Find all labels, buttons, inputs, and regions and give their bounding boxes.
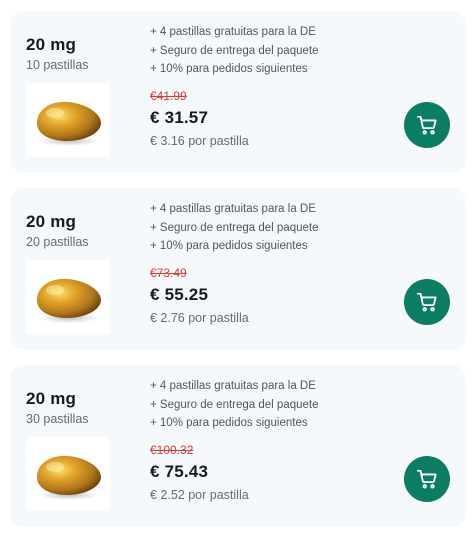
benefit-item: + Seguro de entrega del paquete xyxy=(150,221,319,234)
shopping-cart-icon xyxy=(416,115,437,135)
quantity-label: 10 pastillas xyxy=(26,58,89,72)
dose-label: 20 mg xyxy=(26,35,77,54)
quantity-label: 20 pastillas xyxy=(26,235,89,249)
add-to-cart-button[interactable] xyxy=(404,102,450,148)
dose-label: 20 mg xyxy=(26,389,77,408)
benefit-item: + 4 pastillas gratuitas para la DE xyxy=(150,203,316,215)
shopping-cart-icon xyxy=(416,292,437,312)
benefits-list: + 4 pastillas gratuitas para la DE + Seg… xyxy=(150,200,319,256)
add-to-cart-button[interactable] xyxy=(404,279,450,325)
benefits-list: + 4 pastillas gratuitas para la DE + Seg… xyxy=(150,23,319,79)
quantity-label: 30 pastillas xyxy=(26,412,89,426)
benefit-item: + 4 pastillas gratuitas para la DE xyxy=(150,380,316,392)
benefits-list: + 4 pastillas gratuitas para la DE + Seg… xyxy=(150,377,319,433)
price-per-pill: € 3.16 por pastilla xyxy=(150,134,249,148)
price: € 31.57 xyxy=(150,108,209,127)
benefit-item: + 10% para pedidos siguientes xyxy=(150,417,308,429)
offer-card: 20 mg 10 pastillas + 4 pastillas gratuit… xyxy=(10,11,466,173)
pill-icon xyxy=(37,278,101,323)
add-to-cart-button[interactable] xyxy=(404,456,450,502)
old-price: €100.32 xyxy=(150,443,194,457)
old-price: €41.99 xyxy=(150,89,187,103)
shopping-cart-icon xyxy=(416,469,437,489)
pill-image xyxy=(26,83,110,157)
benefit-item: + 10% para pedidos siguientes xyxy=(150,63,308,75)
benefit-item: + 10% para pedidos siguientes xyxy=(150,240,308,252)
price-per-pill: € 2.76 por pastilla xyxy=(150,311,249,325)
price: € 75.43 xyxy=(150,462,209,481)
offer-card: 20 mg 30 pastillas + 4 pastillas gratuit… xyxy=(10,365,466,527)
benefit-item: + Seguro de entrega del paquete xyxy=(150,44,319,57)
price-per-pill: € 2.52 por pastilla xyxy=(150,488,249,502)
offer-card: 20 mg 20 pastillas + 4 pastillas gratuit… xyxy=(10,188,466,350)
benefit-item: + 4 pastillas gratuitas para la DE xyxy=(150,26,316,38)
pill-icon xyxy=(37,101,101,146)
pill-icon xyxy=(37,455,101,500)
pill-image xyxy=(26,260,110,334)
benefit-item: + Seguro de entrega del paquete xyxy=(150,398,319,411)
price: € 55.25 xyxy=(150,285,209,304)
old-price: €73.49 xyxy=(150,266,187,280)
dose-label: 20 mg xyxy=(26,212,77,231)
pill-image xyxy=(26,437,110,511)
